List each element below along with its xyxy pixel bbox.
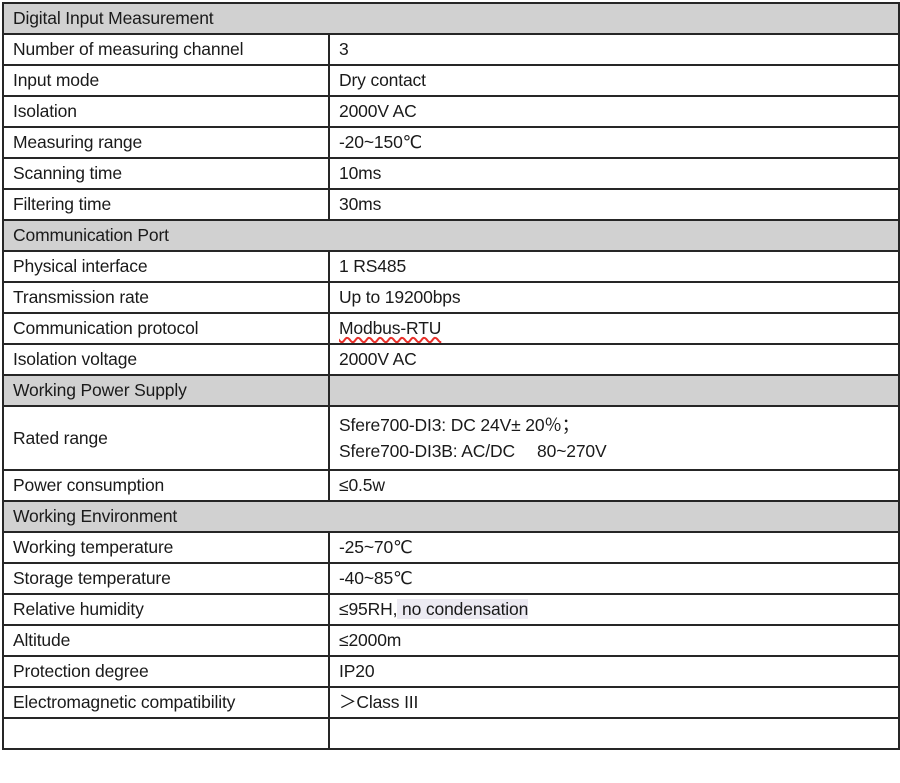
table-row: Storage temperature -40~85℃ [2,562,900,595]
row-value-cell: Modbus-RTU [328,312,900,345]
row-value: Dry contact [328,64,900,97]
table-row: Relative humidity ≤95RH, no condensation [2,593,900,626]
row-label: Measuring range [2,126,330,159]
table-row: Altitude ≤2000m [2,624,900,657]
row-value-line: Sfere700-DI3B: AC/DC 80~270V [339,441,607,461]
row-label: Communication protocol [2,312,330,345]
row-label: Altitude [2,624,330,657]
table-row: Power consumption ≤0.5w [2,469,900,502]
section-header-row: Communication Port [2,219,900,252]
row-label: Electromagnetic compatibility [2,686,330,719]
row-value: -40~85℃ [328,562,900,595]
row-label: Protection degree [2,655,330,688]
row-value-highlighted: no condensation [397,599,529,620]
section-header-row: Digital Input Measurement [2,2,900,35]
table-row: Scanning time 10ms [2,157,900,190]
specification-sheet: Digital Input Measurement Number of meas… [0,0,900,783]
table-row: Communication protocol Modbus-RTU [2,312,900,345]
row-value-prefix: ≤95RH, [339,599,398,620]
spellcheck-flagged-text: Modbus-RTU [339,318,442,339]
table-body: Digital Input Measurement Number of meas… [2,2,900,750]
row-label: Power consumption [2,469,330,502]
table-row: Physical interface 1 RS485 [2,250,900,283]
table-row: Measuring range -20~150℃ [2,126,900,159]
row-value: 3 [328,33,900,66]
row-value: -25~70℃ [328,531,900,564]
row-label: Input mode [2,64,330,97]
row-label: Storage temperature [2,562,330,595]
table-row: Protection degree IP20 [2,655,900,688]
row-value: 30ms [328,188,900,221]
row-value-cell: Sfere700-DI3: DC 24V± 20％； Sfere700-DI3B… [328,405,900,471]
table-row: Rated range Sfere700-DI3: DC 24V± 20％； S… [2,405,900,471]
row-value: ≤2000m [328,624,900,657]
row-value-cell: ≤95RH, no condensation [328,593,900,626]
table-row: Transmission rate Up to 19200bps [2,281,900,314]
row-label: Number of measuring channel [2,33,330,66]
row-label [2,717,330,750]
table-row: Input mode Dry contact [2,64,900,97]
row-label: Relative humidity [2,593,330,626]
row-value [328,717,900,750]
row-label: Physical interface [2,250,330,283]
row-label: Isolation voltage [2,343,330,376]
section-title: Communication Port [2,219,900,252]
specifications-table: Digital Input Measurement Number of meas… [2,2,900,750]
table-row: Working temperature -25~70℃ [2,531,900,564]
row-value: -20~150℃ [328,126,900,159]
table-row: Electromagnetic compatibility ＞Class III [2,686,900,719]
section-header-row: Working Power Supply [2,374,900,407]
row-label: Rated range [2,405,330,471]
section-header-value [328,374,900,407]
table-row: Filtering time 30ms [2,188,900,221]
row-value: 1 RS485 [328,250,900,283]
row-label: Working temperature [2,531,330,564]
section-title: Working Power Supply [2,374,330,407]
row-value: 2000V AC [328,95,900,128]
row-label: Isolation [2,95,330,128]
section-title: Digital Input Measurement [2,2,900,35]
row-value: ≤0.5w [328,469,900,502]
row-value: 2000V AC [328,343,900,376]
section-header-row: Working Environment [2,500,900,533]
table-row: Number of measuring channel 3 [2,33,900,66]
row-value: Up to 19200bps [328,281,900,314]
table-row: Isolation voltage 2000V AC [2,343,900,376]
row-value: ＞Class III [328,686,900,719]
row-value: 10ms [328,157,900,190]
row-value-line: Sfere700-DI3: DC 24V± 20％； [339,414,580,435]
table-row-truncated [2,717,900,750]
row-label: Transmission rate [2,281,330,314]
row-label: Scanning time [2,157,330,190]
section-title: Working Environment [2,500,900,533]
table-row: Isolation 2000V AC [2,95,900,128]
row-label: Filtering time [2,188,330,221]
row-value: IP20 [328,655,900,688]
